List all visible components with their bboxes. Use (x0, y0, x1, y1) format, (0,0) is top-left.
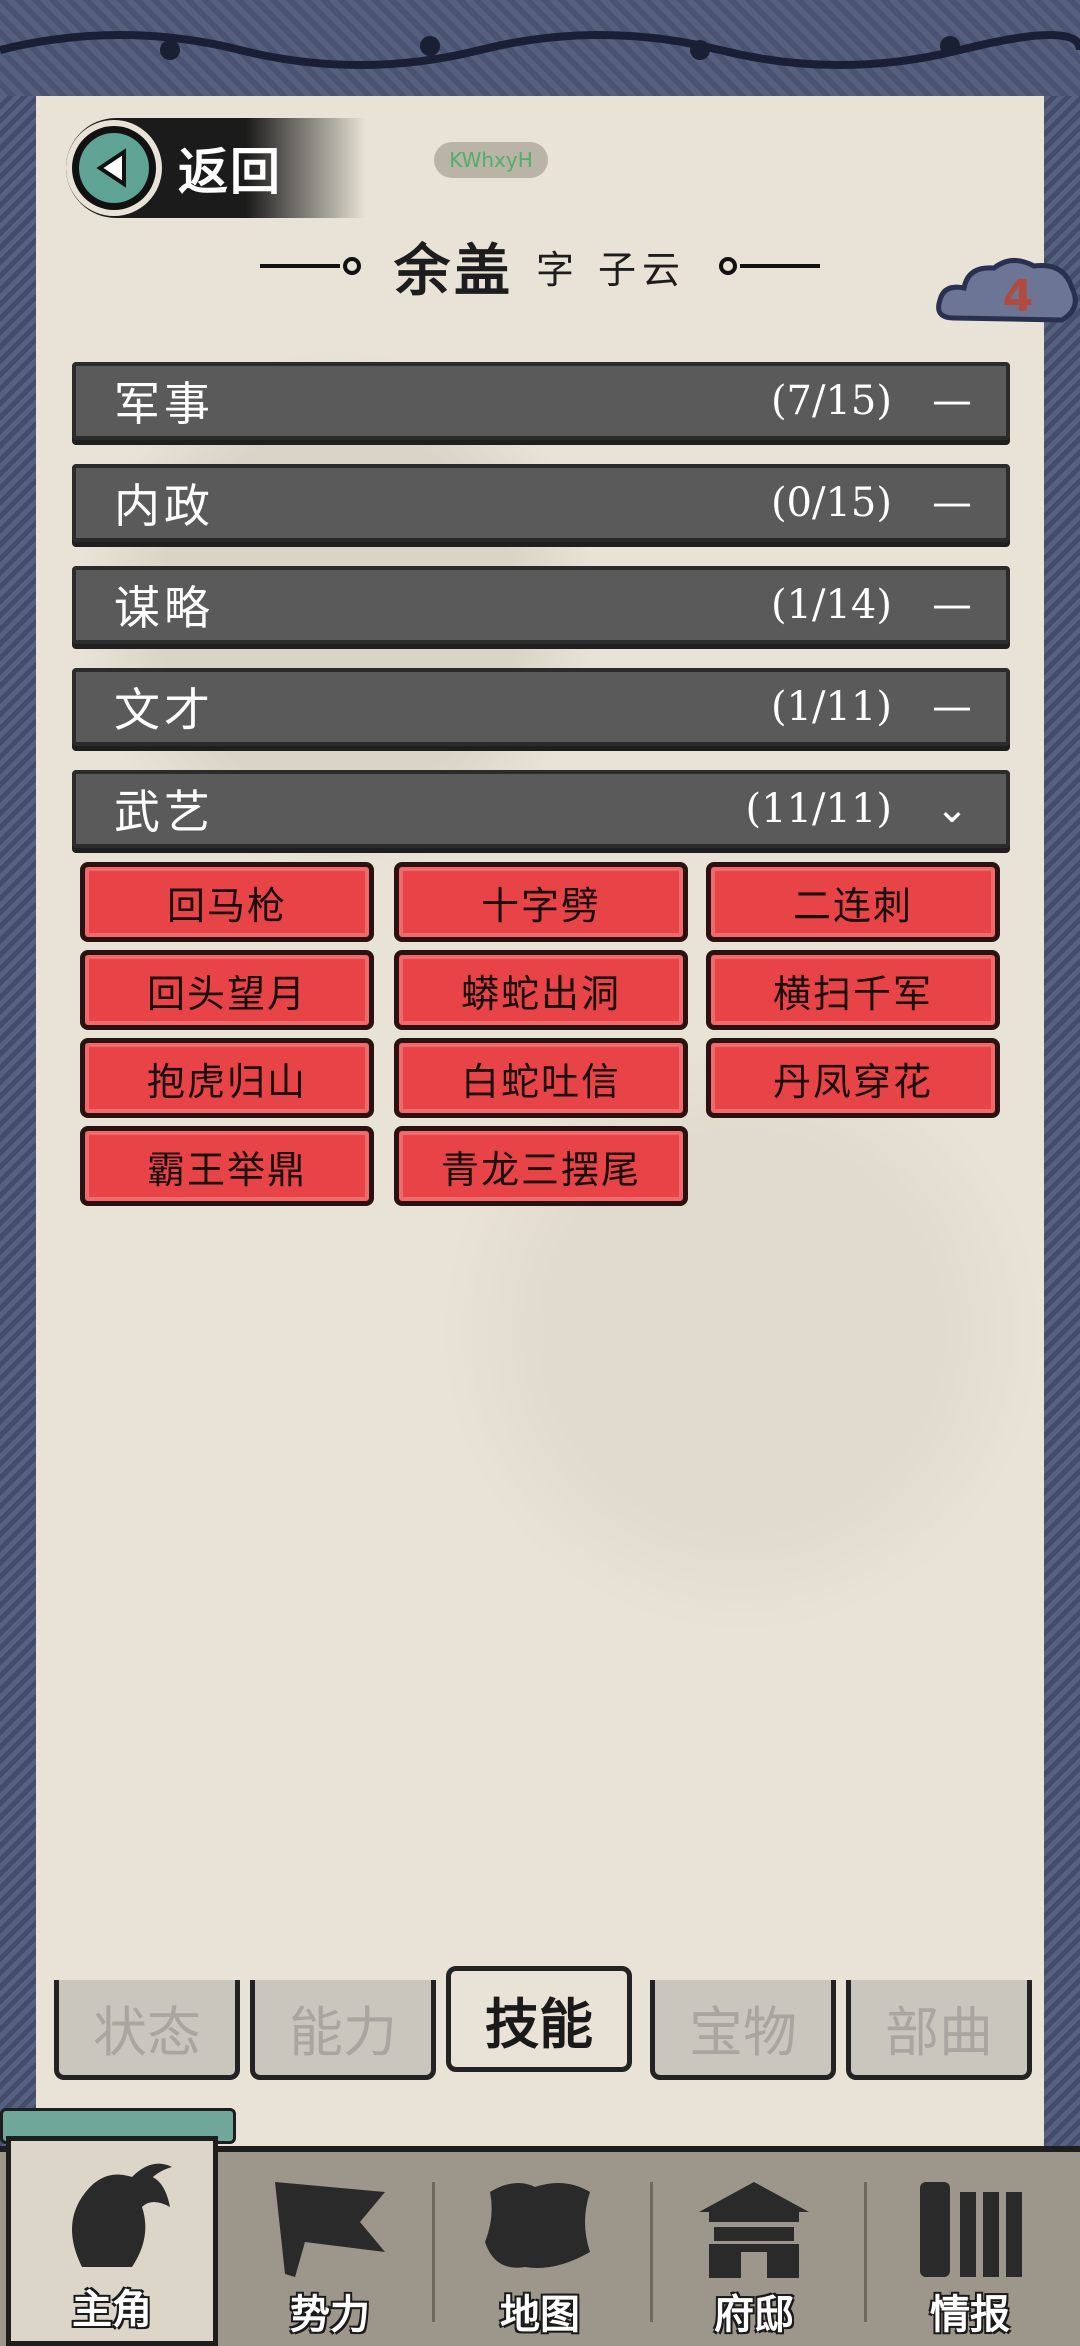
scroll-bamboo-icon (920, 2182, 1022, 2277)
nav-divider (650, 2182, 653, 2322)
id-badge: KWhxyH (434, 142, 548, 178)
detail-tab-bar: 状态 能力 技能 宝物 部曲 (36, 1966, 1044, 2090)
nav-divider (864, 2182, 867, 2322)
category-label: 内政 (114, 479, 214, 533)
nav-label: 情报 (930, 2291, 1010, 2338)
map-icon (485, 2183, 590, 2268)
nav-map[interactable]: 地图 (440, 2152, 640, 2346)
nav-intel[interactable]: 情报 (870, 2152, 1070, 2346)
tab-status[interactable]: 状态 (54, 1980, 240, 2080)
collapse-dash-icon: — (932, 378, 972, 424)
category-count: (7/15) (770, 378, 892, 424)
flag-icon (275, 2182, 385, 2277)
skill-button[interactable]: 霸王举鼎 (80, 1126, 374, 1206)
back-button[interactable]: 返回 (66, 118, 366, 218)
nav-divider (432, 2182, 435, 2322)
category-label: 武艺 (114, 785, 214, 839)
skill-button[interactable]: 回马枪 (80, 862, 374, 942)
tab-treasure[interactable]: 宝物 (650, 1980, 836, 2080)
skill-button[interactable]: 蟒蛇出洞 (394, 950, 688, 1030)
category-count: (1/14) (770, 582, 892, 628)
hero-name: 余盖 (393, 237, 514, 304)
nav-protagonist[interactable]: 主角 (6, 2136, 218, 2346)
collapse-dash-icon: — (932, 480, 972, 526)
nav-label: 府邸 (714, 2291, 794, 2338)
cloud-count: 4 (1002, 270, 1034, 322)
back-label: 返回 (178, 143, 282, 201)
cloud-counter[interactable]: 4 (934, 248, 1080, 344)
needle-ornament-icon (259, 257, 361, 275)
mansion-icon (699, 2182, 809, 2278)
chevron-down-icon: ⌄ (935, 786, 969, 832)
category-count: (1/11) (770, 684, 892, 730)
skill-button[interactable]: 白蛇吐信 (394, 1038, 688, 1118)
skill-button[interactable]: 二连刺 (706, 862, 1000, 942)
vine-ornament (0, 31, 1080, 69)
bottom-nav: 主角 势力 地图 府邸 情报 (0, 2136, 1080, 2346)
tab-troops[interactable]: 部曲 (846, 1980, 1032, 2080)
category-internal-affairs[interactable]: 内政 (0/15) — (72, 464, 1010, 542)
collapse-dash-icon: — (932, 684, 972, 730)
back-arrow-icon (66, 120, 162, 216)
skill-button[interactable]: 青龙三摆尾 (394, 1126, 688, 1206)
hero-courtesy-name: 字 子云 (535, 247, 687, 292)
category-count: (11/11) (745, 786, 892, 832)
left-ornament-border (0, 96, 40, 2156)
skill-button[interactable]: 十字劈 (394, 862, 688, 942)
category-label: 文才 (114, 683, 214, 737)
right-ornament-border (1040, 96, 1080, 2156)
warrior-head-icon (72, 2163, 172, 2267)
category-literature[interactable]: 文才 (1/11) — (72, 668, 1010, 746)
category-label: 军事 (114, 377, 214, 431)
category-label: 谋略 (114, 581, 214, 635)
skill-button[interactable]: 抱虎归山 (80, 1038, 374, 1118)
nav-label: 地图 (500, 2291, 580, 2338)
category-strategy[interactable]: 谋略 (1/14) — (72, 566, 1010, 644)
top-ornament-border (0, 0, 1080, 102)
hero-title-row: 余盖 字 子云 (0, 226, 1080, 306)
skill-button[interactable]: 丹凤穿花 (706, 1038, 1000, 1118)
nav-mansion[interactable]: 府邸 (654, 2152, 854, 2346)
skill-button[interactable]: 横扫千军 (706, 950, 1000, 1030)
category-martial-arts[interactable]: 武艺 (11/11) ⌄ (72, 770, 1010, 848)
nav-faction[interactable]: 势力 (230, 2152, 430, 2346)
tab-skills[interactable]: 技能 (446, 1966, 632, 2072)
category-count: (0/15) (770, 480, 892, 526)
category-military[interactable]: 军事 (7/15) — (72, 362, 1010, 440)
needle-ornament-icon (719, 257, 821, 275)
collapse-dash-icon: — (932, 582, 972, 628)
nav-label: 主角 (72, 2286, 152, 2333)
skill-button[interactable]: 回头望月 (80, 950, 374, 1030)
nav-label: 势力 (290, 2291, 370, 2338)
tab-ability[interactable]: 能力 (250, 1980, 436, 2080)
